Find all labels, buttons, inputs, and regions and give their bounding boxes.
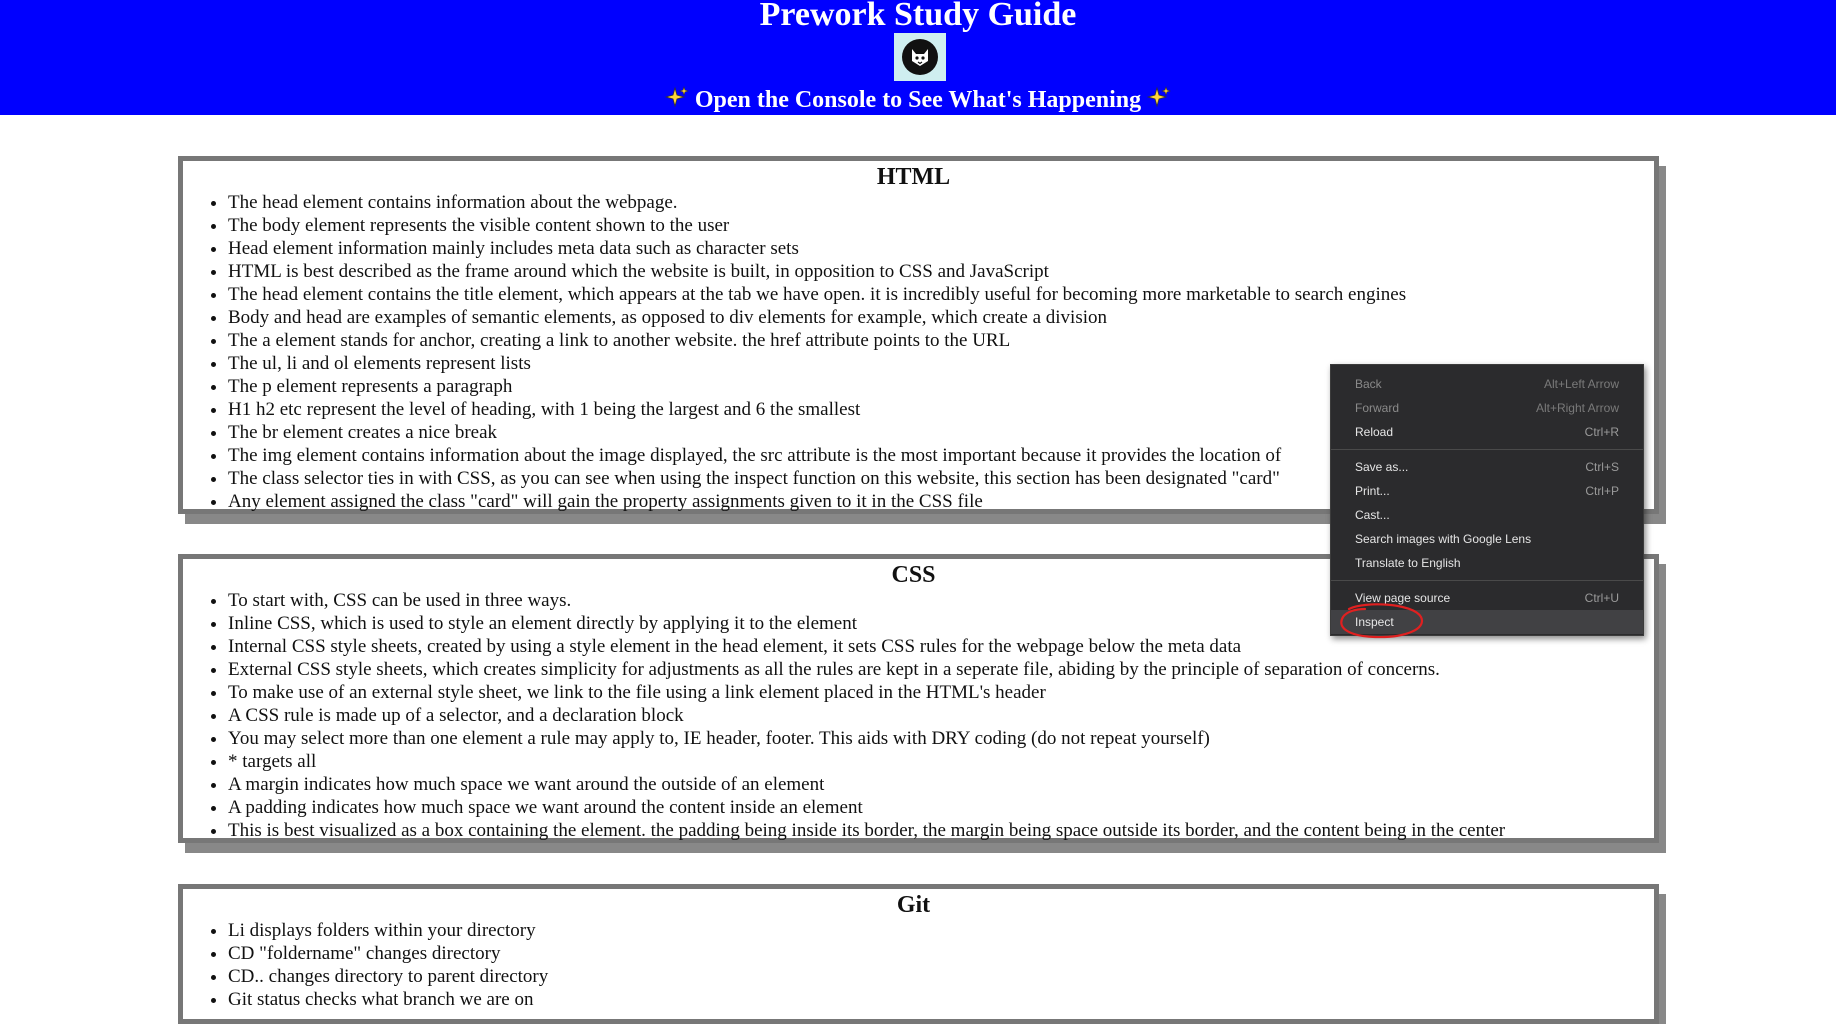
menu-item-shortcut: Ctrl+S [1585,460,1619,474]
menu-item-print[interactable]: Print... Ctrl+P [1331,479,1643,503]
menu-item-inspect[interactable]: Inspect [1331,610,1643,634]
list-item: The a element stands for anchor, creatin… [228,329,1644,352]
menu-item-shortcut: Alt+Right Arrow [1535,401,1619,415]
list-item: Head element information mainly includes… [228,237,1644,260]
list-item: CD "foldername" changes directory [228,942,1644,965]
list-item: Li displays folders within your director… [228,919,1644,942]
list-item: External CSS style sheets, which creates… [228,658,1644,681]
list-item: A margin indicates how much space we wan… [228,773,1644,796]
menu-item-translate[interactable]: Translate to English [1331,551,1643,575]
menu-item-shortcut: Ctrl+P [1585,484,1619,498]
list-item: CD.. changes directory to parent directo… [228,965,1644,988]
list-item: The body element represents the visible … [228,214,1644,237]
menu-item-label: View page source [1355,591,1451,605]
menu-item-forward[interactable]: Forward Alt+Right Arrow [1331,396,1643,420]
sparkles-icon [664,86,689,117]
menu-separator [1331,580,1643,581]
menu-item-google-lens[interactable]: Search images with Google Lens [1331,527,1643,551]
menu-item-cast[interactable]: Cast... [1331,503,1643,527]
page-title: Prework Study Guide [759,0,1077,33]
menu-item-reload[interactable]: Reload Ctrl+R [1331,420,1643,444]
sparkles-icon [1146,86,1172,117]
page-header: Prework Study Guide Open the Console to … [0,0,1836,115]
list-item: This is best visualized as a box contain… [228,819,1644,842]
list-item: The head element contains the title elem… [228,283,1644,306]
menu-item-label: Reload [1355,425,1394,439]
list-item: Internal CSS style sheets, created by us… [228,635,1644,658]
menu-item-label: Inspect [1355,615,1394,629]
card-title: HTML [876,164,951,190]
card-list: Li displays folders within your director… [183,919,1644,1011]
list-item: Git status checks what branch we are on [228,988,1644,1011]
menu-item-label: Cast... [1355,508,1390,522]
menu-item-label: Translate to English [1355,556,1461,570]
list-item: A padding indicates how much space we wa… [228,796,1644,819]
menu-item-back[interactable]: Back Alt+Left Arrow [1331,372,1643,396]
cat-avatar-icon [894,33,946,81]
list-item: A CSS rule is made up of a selector, and… [228,704,1644,727]
list-item: * targets all [228,750,1644,773]
menu-item-shortcut: Ctrl+U [1584,591,1619,605]
menu-item-label: Print... [1355,484,1390,498]
menu-item-shortcut: Alt+Left Arrow [1543,377,1619,391]
menu-item-label: Back [1355,377,1382,391]
card-git: Git Li displays folders within your dire… [178,884,1659,1024]
menu-item-save-as[interactable]: Save as... Ctrl+S [1331,455,1643,479]
list-item: The head element contains information ab… [228,191,1644,214]
card-title: Git [896,892,931,918]
list-item: Body and head are examples of semantic e… [228,306,1644,329]
menu-item-view-source[interactable]: View page source Ctrl+U [1331,586,1643,610]
console-tagline: Open the Console to See What's Happening [0,86,1836,117]
menu-item-label: Search images with Google Lens [1355,532,1532,546]
menu-separator [1331,449,1643,450]
list-item: To make use of an external style sheet, … [228,681,1644,704]
menu-item-label: Forward [1355,401,1400,415]
menu-item-shortcut: Ctrl+R [1584,425,1619,439]
tagline-text: Open the Console to See What's Happening [694,87,1142,113]
context-menu: Back Alt+Left Arrow Forward Alt+Right Ar… [1330,364,1644,636]
list-item: HTML is best described as the frame arou… [228,260,1644,283]
menu-item-label: Save as... [1355,460,1409,474]
list-item: You may select more than one element a r… [228,727,1644,750]
